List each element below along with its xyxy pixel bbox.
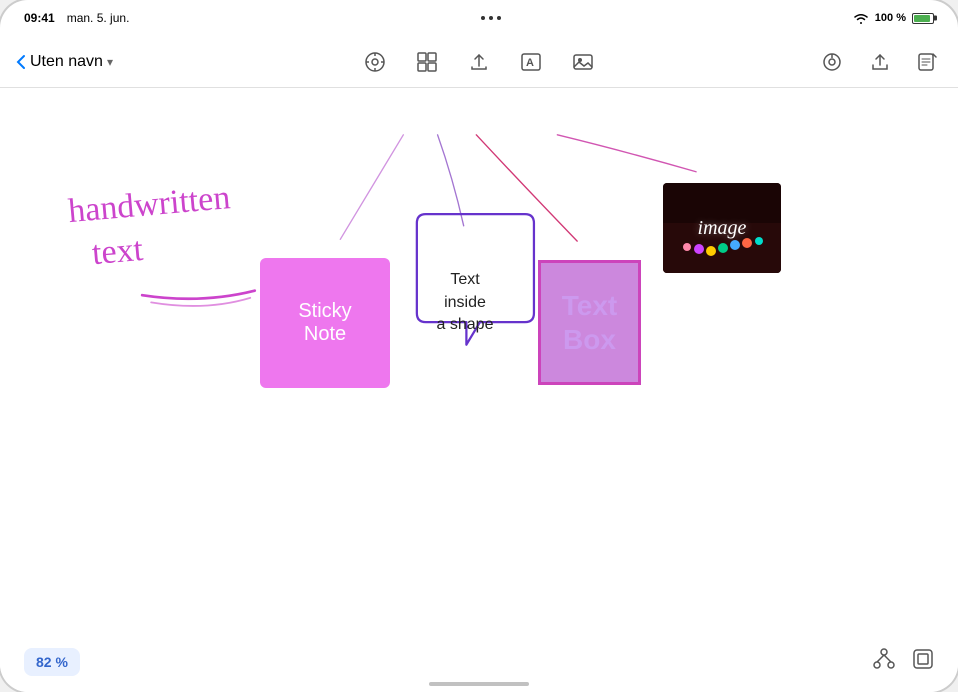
sticky-note-text: Sticky Note: [298, 300, 351, 346]
hierarchy-button[interactable]: [872, 648, 896, 676]
battery-fill: [914, 15, 930, 22]
status-bar: 09:41 man. 5. jun. 100 %: [0, 0, 958, 36]
back-chevron-icon: [16, 54, 26, 70]
status-bar-left: 09:41 man. 5. jun.: [24, 11, 129, 25]
device-frame: 09:41 man. 5. jun. 100 %: [0, 0, 958, 692]
battery-label: 100 %: [875, 12, 906, 24]
scroll-tool-button[interactable]: [361, 48, 389, 76]
status-bar-right: 100 %: [853, 12, 934, 24]
insert-tool-icon: [468, 51, 490, 73]
edit-button[interactable]: [914, 48, 942, 76]
settings-icon: [821, 51, 843, 73]
canvas-area: handwritten text Sticky Note Text inside…: [0, 88, 958, 632]
back-button[interactable]: [16, 54, 26, 70]
bubble-text-content: Text inside a shape: [437, 269, 494, 336]
time: 09:41: [24, 11, 55, 25]
title-label: Uten navn: [30, 53, 103, 71]
hierarchy-icon: [872, 648, 896, 670]
page-view-button[interactable]: [912, 648, 934, 676]
handwritten-line2: text: [90, 220, 236, 276]
toolbar-right: [818, 48, 942, 76]
bubble-text[interactable]: Text inside a shape: [402, 243, 528, 363]
title-chevron: ▾: [107, 55, 113, 69]
dot2: [489, 16, 493, 20]
text-tool-button[interactable]: A: [517, 48, 545, 76]
page-view-icon: [912, 648, 934, 670]
bottom-right-icons: [872, 648, 934, 676]
zoom-badge[interactable]: 82 %: [24, 648, 80, 676]
sticky-note[interactable]: Sticky Note: [260, 258, 390, 388]
image-label: image: [698, 217, 747, 240]
insert-tool-button[interactable]: [465, 48, 493, 76]
image-element[interactable]: image: [663, 183, 781, 273]
date: man. 5. jun.: [67, 11, 130, 25]
dot1: [481, 16, 485, 20]
toolbar: Uten navn ▾: [0, 36, 958, 88]
scroll-tool-icon: [364, 51, 386, 73]
handwritten-line1: handwritten: [66, 176, 232, 234]
grid-tool-button[interactable]: [413, 48, 441, 76]
document-title[interactable]: Uten navn ▾: [30, 53, 113, 71]
status-bar-center: [481, 16, 501, 20]
edit-icon: [917, 51, 939, 73]
battery-icon: [912, 13, 934, 24]
dot3: [497, 16, 501, 20]
home-indicator: [429, 682, 529, 686]
text-tool-icon: A: [520, 51, 542, 73]
wifi-icon: [853, 12, 869, 24]
text-box-content: Text Box: [562, 289, 618, 356]
grid-tool-icon: [416, 51, 438, 73]
image-tool-icon: [572, 51, 594, 73]
toolbar-center: A: [361, 48, 597, 76]
share-button[interactable]: [866, 48, 894, 76]
share-icon: [869, 51, 891, 73]
settings-button[interactable]: [818, 48, 846, 76]
svg-text:A: A: [526, 57, 534, 69]
text-box[interactable]: Text Box: [538, 260, 641, 385]
image-tool-button[interactable]: [569, 48, 597, 76]
handwritten-text: handwritten text: [66, 176, 235, 278]
